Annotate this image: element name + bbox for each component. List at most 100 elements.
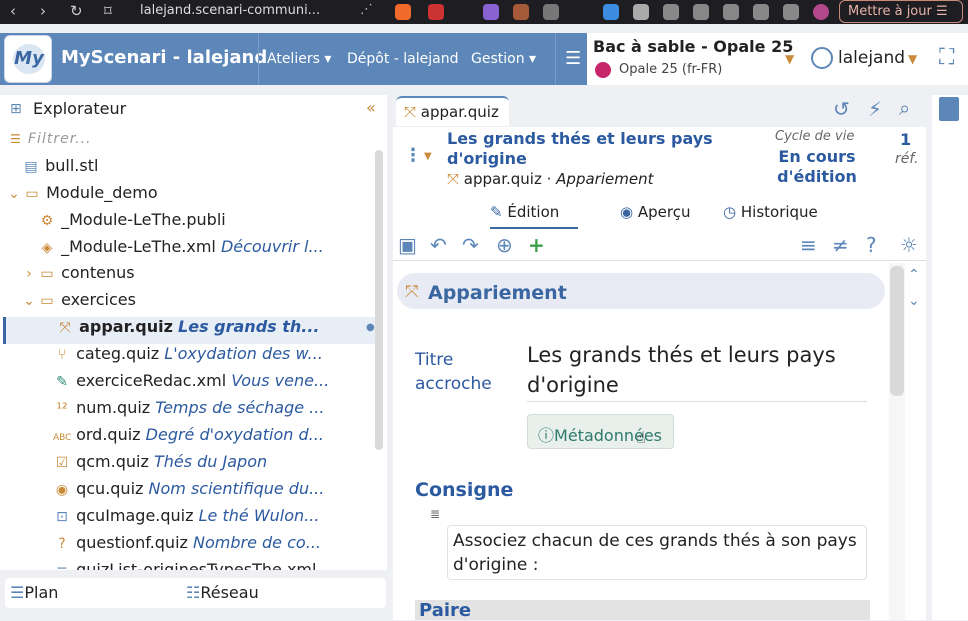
tree-item[interactable]: ◉ qcu.quiz Nom scientifique du... (53, 479, 428, 506)
undo-icon[interactable]: ↶ (430, 233, 447, 257)
app-logo[interactable]: My (4, 35, 52, 83)
item-name: qcu.quiz (76, 479, 144, 498)
divider (527, 401, 867, 402)
pen-icon: ✎ (490, 203, 503, 221)
scrollbar[interactable] (375, 150, 383, 450)
cycle-status[interactable]: En cours d'édition (777, 147, 857, 187)
history-icon[interactable]: ↺ (833, 97, 850, 121)
save-icon[interactable]: ▣ (398, 233, 417, 257)
brave-icon[interactable] (395, 4, 411, 20)
tree-folder[interactable]: ⌄ ▭ Module_demo (5, 183, 380, 210)
wallet-icon[interactable] (753, 4, 769, 20)
tab-appar-quiz[interactable]: ⤧ appar.quiz (396, 96, 509, 126)
menu-ateliers[interactable]: Ateliers ▾ (267, 51, 331, 67)
tree-item[interactable]: ¹² num.quiz Temps de séchage ... (53, 398, 428, 425)
redo-icon[interactable]: ↷ (462, 233, 479, 257)
bookmark-icon[interactable] (939, 97, 959, 121)
back-icon[interactable]: ‹ (10, 2, 16, 20)
doc-type: Appariement (556, 170, 654, 188)
extension-icon[interactable] (543, 4, 559, 20)
radio-icon: ◉ (55, 482, 69, 498)
help-icon[interactable]: ? (866, 233, 877, 257)
titre-field[interactable]: Les grands thés et leurs pays d'origine (527, 340, 847, 400)
bulb-icon[interactable]: ☼ (900, 233, 918, 257)
tree-item[interactable]: ✎ exerciceRedac.xml Vous vene... (53, 371, 428, 398)
ref-count[interactable]: 1 (900, 130, 911, 149)
numeric-icon: ¹² (56, 401, 68, 417)
metadata-button[interactable]: ⓘMétadonnées (527, 414, 674, 449)
forward-icon[interactable]: › (40, 2, 46, 20)
image-quiz-icon: ⊡ (56, 509, 68, 525)
checkbox-icon: ☑ (55, 455, 69, 471)
workspace-model: Opale 25 (fr-FR) (619, 62, 723, 77)
diff-icon[interactable]: ≠ (832, 233, 849, 257)
user-name: lalejand (838, 48, 906, 68)
tree-item[interactable]: ≡ quizList-originesTypesThe.xml (53, 560, 428, 570)
search-icon[interactable]: ⌕ (899, 96, 910, 120)
settings-icon[interactable]: ≡ (800, 233, 817, 257)
puzzle-icon[interactable] (663, 4, 679, 20)
tree-item[interactable]: ▤ bull.stl (22, 156, 397, 183)
item-name: _Module-LeThe.publi (61, 210, 226, 229)
cursor-icon: ☝ (636, 428, 646, 447)
logo-mark: My (13, 44, 45, 74)
alert-icon[interactable] (428, 4, 444, 20)
tab-apercu[interactable]: ◉ Aperçu (620, 203, 690, 221)
tree-item[interactable]: ABC ord.quiz Degré d'oxydation d... (53, 425, 428, 452)
update-button[interactable]: Mettre à jour ☰ (839, 0, 963, 23)
paragraph-icon[interactable]: ≣ (430, 507, 440, 521)
scrollbar-thumb[interactable] (890, 266, 904, 396)
tab-label: Aperçu (637, 203, 691, 221)
item-name: exerciceRedac.xml (76, 371, 227, 390)
share-icon[interactable]: ⋰ (360, 2, 373, 17)
butterfly-icon[interactable] (603, 4, 619, 20)
profile-icon[interactable] (813, 4, 829, 20)
add-icon[interactable]: + (528, 233, 545, 257)
mastodon-icon[interactable] (483, 4, 499, 20)
tab-plan[interactable]: ☰Plan (10, 583, 58, 602)
cloud-icon[interactable] (633, 4, 649, 20)
item-desc: Nom scientifique du... (148, 479, 325, 498)
chevron-up-icon[interactable]: ⌃ (908, 267, 920, 283)
bookmark-icon[interactable]: ⌑ (104, 2, 112, 20)
menu-depot[interactable]: Dépôt - lalejand (347, 51, 459, 67)
item-name: bull.stl (45, 156, 99, 175)
item-name: exercices (61, 290, 136, 309)
tab-edition[interactable]: ✎ Édition (490, 203, 579, 229)
chevron-down-icon[interactable]: ⌄ (908, 293, 920, 309)
consigne-field[interactable]: Associez chacun de ces grands thés à son… (447, 525, 867, 580)
tab-reseau[interactable]: ☷Réseau (186, 583, 259, 602)
tree-folder[interactable]: › ▭ contenus (20, 263, 395, 290)
url-bar[interactable]: lalejand.scenari-communi... (140, 0, 320, 24)
chevron-down-icon[interactable]: ▼ (785, 52, 794, 66)
menu-gestion[interactable]: Gestion ▾ (471, 51, 536, 67)
tree-item[interactable]: ◈ _Module-LeThe.xml Découvrir l... (38, 237, 413, 264)
tree-item[interactable]: ⚙ _Module-LeThe.publi (38, 210, 413, 237)
app-title[interactable]: MyScenari - lalejand (61, 47, 267, 68)
more-icon[interactable]: ⋮ (404, 145, 422, 166)
hamburger-icon[interactable]: ☰ (565, 48, 581, 69)
explorer-title: Explorateur (33, 99, 127, 118)
fullscreen-button[interactable]: ⛶ (932, 33, 968, 85)
collapse-icon[interactable]: « (366, 98, 376, 117)
item-desc: Nombre de co... (193, 533, 321, 552)
tree-item-selected[interactable]: ⤧ appar.quiz Les grands th... (3, 317, 378, 344)
extension-icon[interactable] (513, 4, 529, 20)
reload-icon[interactable]: ↻ (70, 2, 83, 20)
tree-item[interactable]: ? questionf.quiz Nombre de co... (53, 533, 428, 560)
music-icon[interactable] (693, 4, 709, 20)
filter-input[interactable]: Filtrer... (28, 131, 92, 147)
tab-historique[interactable]: ◷ Historique (723, 203, 818, 221)
tree-item[interactable]: ⊡ qcuImage.quiz Le thé Wulon... (53, 506, 428, 533)
scrollbar[interactable] (889, 263, 905, 620)
chevron-down-icon[interactable]: ▼ (908, 52, 917, 66)
tree-item[interactable]: ☑ qcm.quiz Thés du Japon (53, 452, 428, 479)
lightning-icon[interactable]: ⚡ (868, 97, 882, 121)
paire-section[interactable]: Paire (415, 600, 870, 621)
chevron-down-icon[interactable]: ▼ (424, 151, 432, 162)
tree-folder[interactable]: ⌄ ▭ exercices (20, 290, 395, 317)
sidebar-icon[interactable] (723, 4, 739, 20)
sparkle-icon[interactable] (783, 4, 799, 20)
target-icon[interactable]: ⊕ (496, 233, 513, 257)
tree-item[interactable]: ⑂ categ.quiz L'oxydation des w... (53, 344, 428, 371)
